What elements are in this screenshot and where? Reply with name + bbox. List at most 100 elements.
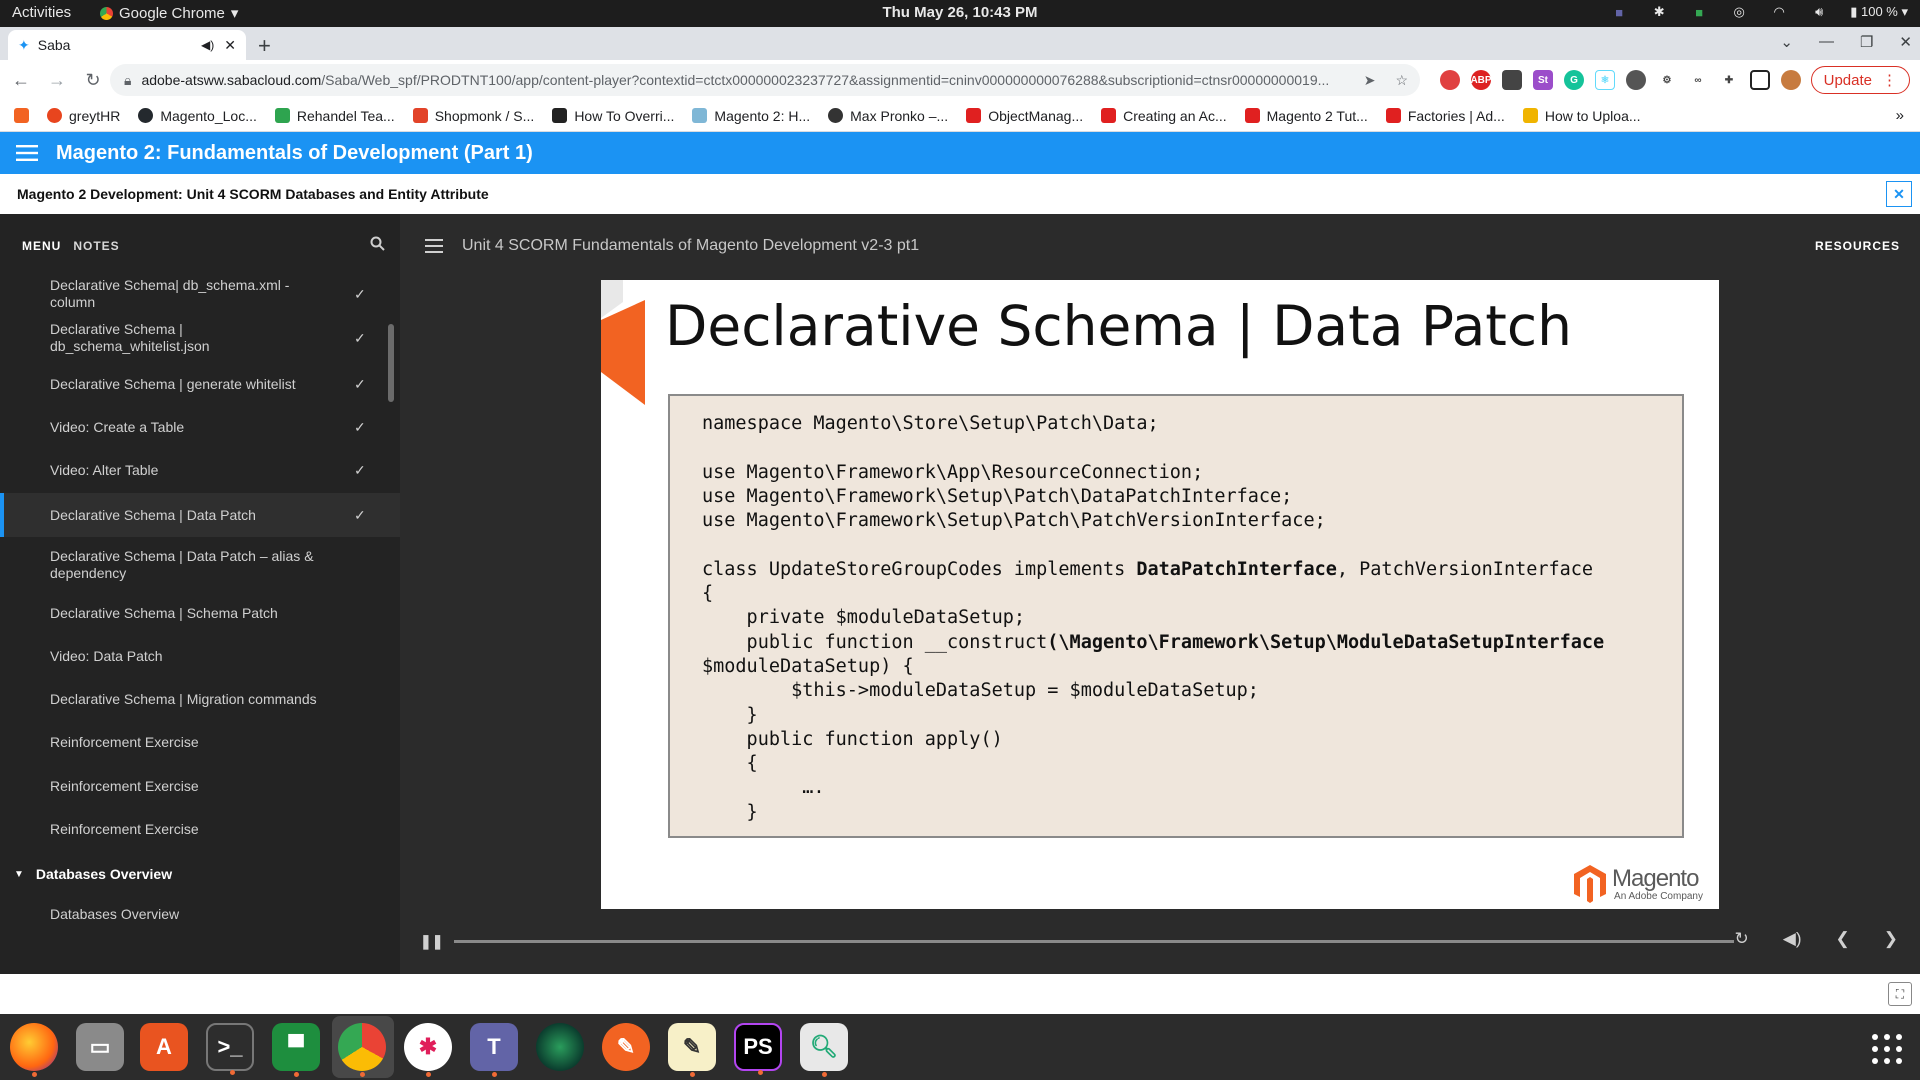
- previous-slide-icon[interactable]: ❮: [1836, 929, 1850, 949]
- system-tray[interactable]: ■ ✱ ■ ◎ ◠ 🔊︎ ▮ 100 % ▾: [1610, 3, 1908, 21]
- close-player-button[interactable]: ✕: [1886, 181, 1912, 207]
- settings-extension-icon[interactable]: ⚙: [1657, 70, 1677, 90]
- code-text: }: [702, 704, 758, 726]
- tab-search-icon[interactable]: ⌄: [1780, 33, 1793, 51]
- bookmark-star-icon[interactable]: ☆: [1395, 72, 1408, 89]
- firefox-icon[interactable]: [10, 1023, 58, 1077]
- bookmark-item[interactable]: Max Pronko –...: [828, 108, 948, 124]
- reload-button[interactable]: ↻: [78, 70, 108, 91]
- adblock-icon[interactable]: ABP: [1470, 70, 1492, 90]
- fullscreen-button[interactable]: ⛶: [1888, 982, 1912, 1006]
- chat-tray-icon[interactable]: ■: [1690, 3, 1708, 21]
- adobe-icon: [966, 108, 982, 123]
- maximize-button[interactable]: ❐: [1860, 33, 1873, 51]
- text-editor-icon[interactable]: ✎: [668, 1023, 716, 1077]
- phpstorm-icon[interactable]: PS: [734, 1023, 782, 1075]
- teams-tray-icon[interactable]: ■: [1610, 3, 1628, 21]
- volume-icon[interactable]: ◀): [1783, 929, 1802, 949]
- close-window-button[interactable]: ✕: [1899, 33, 1912, 51]
- close-tab-icon[interactable]: ✕: [224, 37, 236, 54]
- document-viewer-icon[interactable]: 🔍︎: [800, 1023, 848, 1077]
- menu-item[interactable]: Declarative Schema | Schema Patch: [0, 593, 400, 633]
- menu-item[interactable]: Reinforcement Exercise: [0, 809, 400, 849]
- send-to-devices-icon[interactable]: ➤: [1364, 72, 1376, 89]
- lock-icon: 🔒︎: [124, 71, 132, 88]
- battery-indicator[interactable]: ▮ 100 % ▾: [1850, 4, 1908, 20]
- bookmark-item[interactable]: ObjectManag...: [966, 108, 1083, 124]
- terminal-icon[interactable]: >_: [206, 1023, 254, 1075]
- slide-list-icon[interactable]: [424, 239, 444, 253]
- chrome-dock-icon[interactable]: [338, 1023, 386, 1077]
- record-extension-icon[interactable]: [1626, 70, 1646, 90]
- notes-tab[interactable]: NOTES: [73, 239, 119, 253]
- bookmark-label: Magento_Loc...: [160, 107, 257, 124]
- google-chat-icon[interactable]: ▀: [272, 1023, 320, 1077]
- menu-item[interactable]: Databases Overview: [0, 894, 400, 934]
- calendar-extension-icon[interactable]: [1502, 70, 1522, 90]
- slack-icon[interactable]: ✱: [404, 1023, 452, 1077]
- replay-icon[interactable]: ↻: [1735, 929, 1749, 949]
- bookmark-item[interactable]: Shopmonk / S...: [412, 108, 534, 124]
- grammarly-icon[interactable]: G: [1564, 70, 1584, 90]
- menu-item[interactable]: Reinforcement Exercise: [0, 766, 400, 806]
- bookmark-item[interactable]: Creating an Ac...: [1101, 108, 1227, 124]
- menu-item[interactable]: Declarative Schema | Migration commands: [0, 679, 400, 719]
- menu-item[interactable]: Declarative Schema | generate whitelist ✓: [0, 364, 400, 404]
- extension-icon[interactable]: [1440, 70, 1460, 90]
- pause-button[interactable]: ❚❚: [420, 933, 443, 950]
- code-line: {: [702, 752, 1682, 776]
- update-label: Update: [1823, 71, 1872, 89]
- files-icon[interactable]: ▭: [76, 1023, 124, 1071]
- menu-tab[interactable]: MENU: [22, 239, 61, 253]
- camera-icon[interactable]: [536, 1023, 584, 1071]
- more-menu-icon[interactable]: ⋮: [1882, 71, 1897, 89]
- slack-tray-icon[interactable]: ✱: [1650, 3, 1668, 21]
- bookmark-item[interactable]: Magento 2 Tut...: [1244, 108, 1368, 124]
- magento-bookmark-icon[interactable]: [14, 108, 29, 123]
- bookmark-item[interactable]: Magento 2: H...: [692, 108, 810, 124]
- back-button[interactable]: ←: [6, 70, 36, 91]
- minimize-button[interactable]: —: [1819, 33, 1834, 51]
- postman-icon[interactable]: ✎: [602, 1023, 650, 1071]
- browser-tab[interactable]: ✦ Saba ◀) ✕: [8, 30, 246, 60]
- side-panel-icon[interactable]: [1750, 70, 1770, 90]
- forward-button[interactable]: →: [42, 70, 72, 91]
- code-text: public function apply(): [702, 728, 1003, 750]
- profile-avatar[interactable]: [1781, 70, 1801, 90]
- more-bookmarks-icon[interactable]: »: [1896, 107, 1904, 124]
- update-button[interactable]: Update ⋮: [1810, 66, 1910, 94]
- address-bar[interactable]: 🔒︎ adobe-atsww.sabacloud.com/Saba/Web_sp…: [110, 64, 1420, 96]
- puzzle-extensions-icon[interactable]: ✚: [1719, 70, 1739, 90]
- seek-bar[interactable]: [454, 940, 1734, 943]
- menu-item[interactable]: Declarative Schema | db_schema_whitelist…: [0, 314, 400, 362]
- teams-icon[interactable]: T: [470, 1023, 518, 1077]
- taskbar-dock: ▭ A >_ ▀ ✱ T ✎ ✎ PS 🔍︎: [0, 1014, 1920, 1080]
- menu-item[interactable]: Video: Create a Table ✓: [0, 407, 400, 447]
- react-devtools-icon[interactable]: ⚛: [1595, 70, 1615, 90]
- st-extension-icon[interactable]: St: [1533, 70, 1553, 90]
- new-tab-button[interactable]: +: [258, 33, 271, 59]
- update-tray-icon[interactable]: ◎: [1730, 3, 1748, 21]
- menu-item[interactable]: Reinforcement Exercise: [0, 722, 400, 762]
- bookmark-item[interactable]: Magento_Loc...: [138, 108, 257, 124]
- hamburger-menu-icon[interactable]: [16, 145, 38, 161]
- bookmark-item[interactable]: Rehandel Tea...: [274, 108, 395, 124]
- menu-item[interactable]: Video: Alter Table ✓: [0, 450, 400, 490]
- software-center-icon[interactable]: A: [140, 1023, 188, 1071]
- next-slide-icon[interactable]: ❯: [1884, 929, 1898, 949]
- menu-item-current[interactable]: Declarative Schema | Data Patch ✓: [0, 493, 400, 537]
- bookmark-favicon-icon: [552, 108, 568, 123]
- show-applications-icon[interactable]: [1872, 1034, 1902, 1064]
- audio-playing-icon[interactable]: ◀): [201, 38, 214, 52]
- resources-button[interactable]: RESOURCES: [1815, 239, 1900, 253]
- link-extension-icon[interactable]: ∞: [1688, 70, 1708, 90]
- menu-item[interactable]: Declarative Schema | Data Patch – alias …: [0, 541, 400, 589]
- bookmark-item[interactable]: greytHR: [47, 108, 120, 124]
- bookmark-item[interactable]: How to Uploa...: [1522, 108, 1641, 124]
- menu-item[interactable]: Video: Data Patch: [0, 636, 400, 676]
- menu-item[interactable]: Declarative Schema| db_schema.xml - colu…: [0, 274, 400, 314]
- bookmark-item[interactable]: Factories | Ad...: [1385, 108, 1505, 124]
- section-databases-overview[interactable]: ▼ Databases Overview: [0, 852, 400, 896]
- search-icon[interactable]: [370, 236, 385, 251]
- bookmark-item[interactable]: How To Overri...: [552, 108, 674, 124]
